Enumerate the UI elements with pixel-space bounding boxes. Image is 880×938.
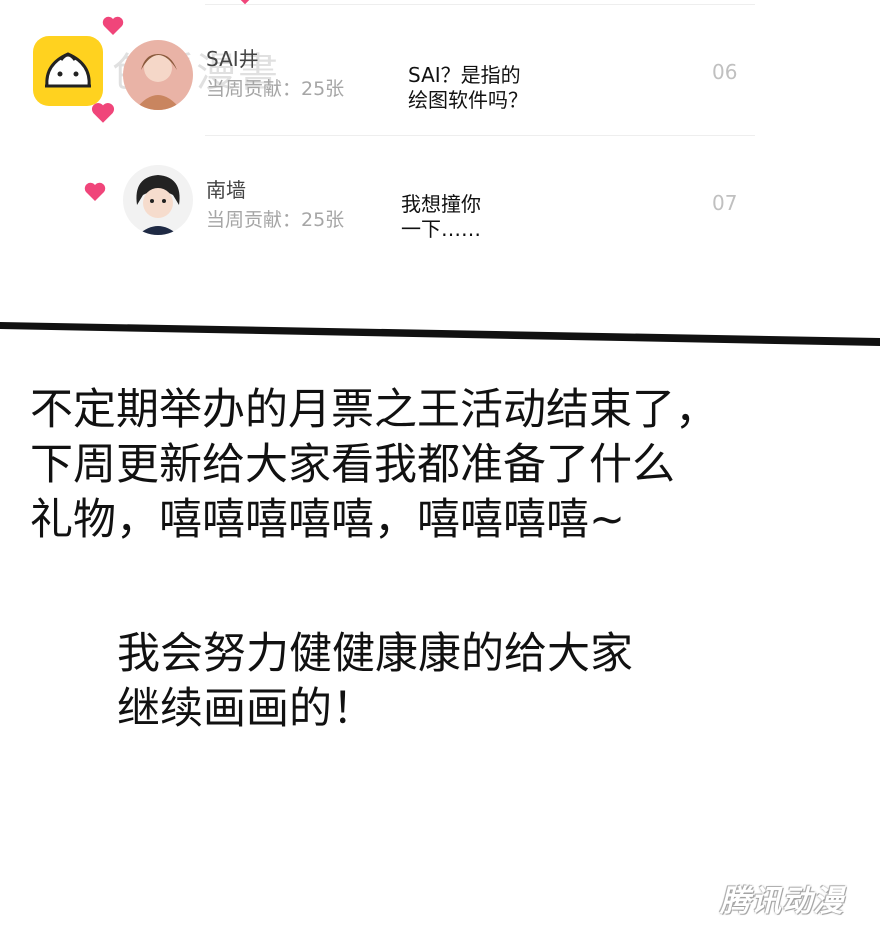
heart-icon (84, 182, 106, 201)
bun-icon (45, 52, 91, 88)
handwritten-note: SAI？是指的 绘图软件吗？ (408, 63, 528, 112)
brand-watermark: 腾讯动漫 (720, 884, 844, 919)
app-logo (33, 36, 103, 106)
promise-text: 我会努力健健康康的给大家 继续画画的！ (117, 629, 633, 734)
rank-number: 07 (712, 191, 738, 215)
announcement-text: 不定期举办的月票之王活动结束了， 下周更新给大家看我都准备了什么 礼物，嘻嘻嘻嘻… (30, 385, 718, 545)
user-contribution: 当周贡献：25张 (206, 209, 345, 231)
user-name: 南墙 (206, 178, 246, 202)
list-divider (205, 135, 755, 136)
handwritten-note: 我想撞你 一下…… (401, 192, 481, 241)
heart-icon (102, 16, 124, 35)
heart-icon (240, 0, 250, 5)
heart-icon (91, 103, 115, 123)
avatar[interactable] (123, 40, 193, 110)
user-contribution: 当周贡献：25张 (206, 78, 345, 100)
user-name: SAI井 (206, 47, 259, 71)
list-divider (205, 4, 755, 5)
rank-number: 06 (712, 60, 738, 84)
avatar[interactable] (123, 165, 193, 235)
